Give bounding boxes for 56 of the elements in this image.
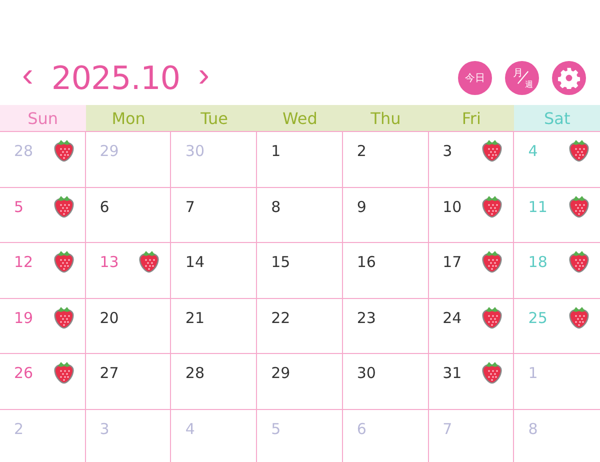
- day-number: 9: [356, 196, 366, 218]
- day-number: 4: [185, 418, 195, 440]
- settings-button[interactable]: [552, 60, 586, 94]
- day-number: 7: [185, 196, 195, 218]
- day-number: 11: [528, 196, 548, 218]
- day-number: 5: [271, 418, 281, 440]
- day-number: 24: [442, 308, 462, 328]
- day-number: 18: [528, 252, 548, 273]
- weekday-header: Wed: [257, 105, 343, 131]
- day-number: 17: [442, 252, 462, 273]
- weekday-header: Tue: [171, 105, 258, 131]
- weekday-header: Thu: [342, 105, 429, 131]
- previous-month-button[interactable]: ‹: [16, 58, 40, 98]
- day-number: 21: [185, 308, 205, 328]
- day-number: 22: [271, 308, 290, 328]
- day-number: 8: [271, 196, 281, 218]
- day-number: 2: [14, 418, 24, 440]
- day-number: 12: [14, 252, 34, 273]
- today-button[interactable]: 今日: [458, 60, 492, 94]
- day-number: 31: [442, 363, 462, 384]
- day-number: 5: [14, 196, 24, 218]
- day-number: 13: [100, 252, 119, 273]
- day-number: 25: [528, 308, 548, 328]
- day-number: 3: [100, 418, 110, 440]
- weekday-header: Sun: [0, 105, 86, 131]
- day-number: 7: [442, 418, 452, 440]
- day-number: 3: [442, 141, 452, 162]
- day-number: 27: [100, 363, 119, 384]
- day-number: 1: [271, 141, 281, 162]
- day-number: 30: [185, 141, 205, 162]
- month-title: 2025.10: [51, 58, 180, 96]
- day-number: 6: [100, 196, 110, 218]
- weekday-header: Mon: [86, 105, 172, 131]
- day-number: 15: [271, 252, 290, 273]
- day-number: 19: [14, 308, 34, 328]
- day-number: 8: [528, 418, 538, 440]
- day-number: 10: [442, 196, 462, 218]
- day-number: 26: [14, 363, 34, 384]
- weekday-header: Sat: [514, 105, 600, 131]
- day-number: 1: [528, 363, 538, 384]
- weekday-header: Fri: [428, 105, 514, 131]
- day-number: 23: [356, 308, 376, 328]
- month-week-toggle-button[interactable]: 月 週: [505, 60, 539, 94]
- day-number: 30: [356, 363, 376, 384]
- day-number: 28: [185, 363, 205, 384]
- settings-icon: [558, 66, 580, 88]
- next-month-button[interactable]: ›: [192, 58, 216, 98]
- day-number: 14: [185, 252, 205, 273]
- day-number: 29: [100, 141, 119, 162]
- day-number: 4: [528, 141, 538, 162]
- day-number: 2: [356, 141, 366, 162]
- day-number: 16: [356, 252, 376, 273]
- day-number: 20: [100, 308, 119, 328]
- day-number: 28: [14, 141, 34, 162]
- day-number: 6: [356, 418, 366, 440]
- day-number: 29: [271, 363, 290, 384]
